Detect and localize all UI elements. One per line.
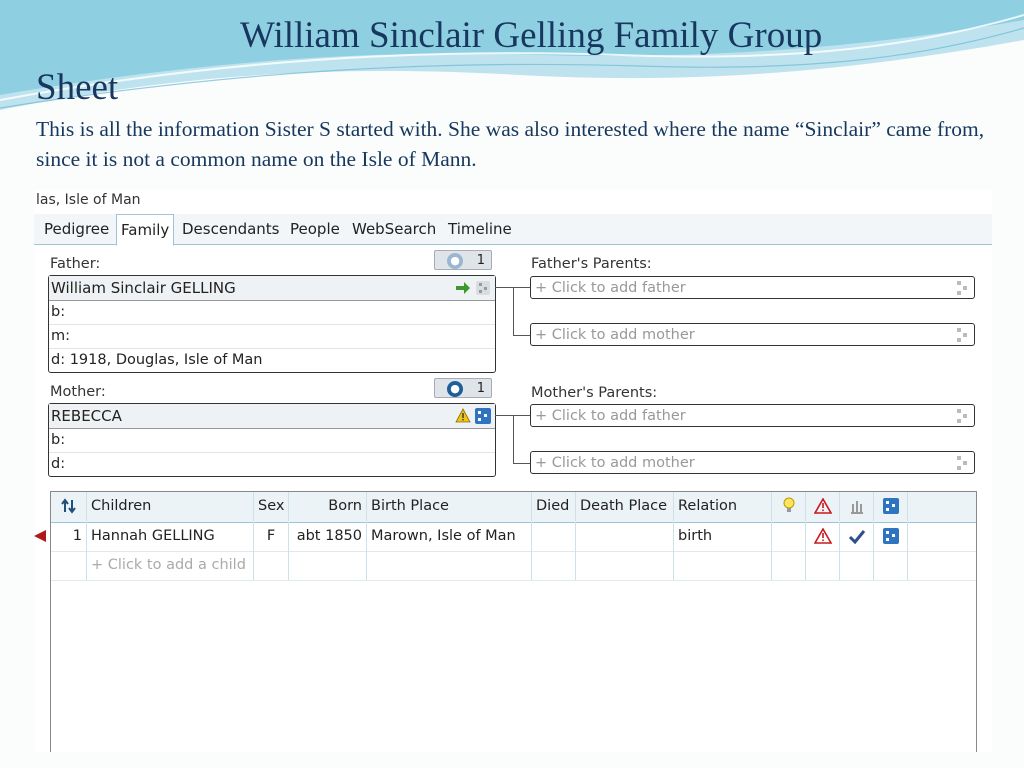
add-child-button[interactable]: + Click to add a child <box>87 551 254 580</box>
col-relation[interactable]: Relation <box>674 492 772 521</box>
mother-death[interactable]: d: <box>49 453 495 476</box>
col-sex[interactable]: Sex <box>254 492 289 521</box>
add-maternal-father-button[interactable]: + Click to add father <box>530 404 975 427</box>
empty-cell <box>806 551 840 580</box>
mother-name-row[interactable]: REBECCA <box>49 404 495 429</box>
mother-label: Mother: <box>50 384 106 400</box>
empty-cell <box>840 551 874 580</box>
slide-title-continued: Sheet <box>36 67 119 108</box>
selected-row-marker <box>34 530 46 542</box>
empty-cell <box>874 551 908 580</box>
tab-descendants[interactable]: Descendants <box>182 218 280 240</box>
child-name[interactable]: Hannah GELLING <box>87 522 254 551</box>
col-children[interactable]: Children <box>87 492 254 521</box>
col-born[interactable]: Born <box>289 492 367 521</box>
mother-spouse-count[interactable]: ● 1 <box>434 378 492 398</box>
col-death-place[interactable]: Death Place <box>576 492 674 521</box>
father-name-row[interactable]: William Sinclair GELLING <box>49 276 495 301</box>
mother-card[interactable]: REBECCA b: d: <box>48 403 496 477</box>
ordinance-check-icon[interactable] <box>840 522 874 551</box>
add-father-button[interactable]: + Click to add father <box>530 276 975 299</box>
tree-icon <box>957 281 967 295</box>
col-tree-icon[interactable] <box>874 492 908 521</box>
fathers-parents-label: Father's Parents: <box>531 256 652 272</box>
navigate-arrow-icon[interactable] <box>455 281 471 295</box>
tree-icon <box>957 409 967 423</box>
view-tabs: Pedigree Family Descendants People WebSe… <box>34 214 992 246</box>
add-maternal-mother-button[interactable]: + Click to add mother <box>530 451 975 474</box>
father-marriage[interactable]: m: <box>49 325 495 349</box>
warning-icon[interactable] <box>806 522 840 551</box>
connector-line <box>513 415 514 463</box>
tab-websearch[interactable]: WebSearch <box>352 218 436 240</box>
add-mother-button[interactable]: + Click to add mother <box>530 323 975 346</box>
father-spouse-count[interactable]: ● 1 <box>434 250 492 270</box>
col-bulb-icon[interactable] <box>772 492 806 521</box>
father-death[interactable]: d: 1918, Douglas, Isle of Man <box>49 349 495 372</box>
warning-icon[interactable] <box>455 408 471 423</box>
connector-line <box>513 335 531 336</box>
tab-people[interactable]: People <box>290 218 340 240</box>
father-label: Father: <box>50 256 101 272</box>
tab-family[interactable]: Family <box>116 214 175 246</box>
child-bulb-cell <box>772 522 806 551</box>
location-fragment: las, Isle of Man <box>36 192 141 208</box>
spouse-icon: ● <box>447 381 463 397</box>
tree-icon <box>957 328 967 342</box>
family-tree-app-screenshot: las, Isle of Man Pedigree Family Descend… <box>34 190 992 752</box>
child-relation[interactable]: birth <box>674 522 772 551</box>
empty-cell <box>532 551 576 580</box>
child-died[interactable] <box>532 522 576 551</box>
empty-cell <box>576 551 674 580</box>
grid-header: Children Sex Born Birth Place Died Death… <box>51 492 976 523</box>
tree-icon[interactable] <box>874 522 908 551</box>
table-row[interactable]: 1 Hannah GELLING F abt 1850 Marown, Isle… <box>51 522 976 552</box>
slide-description: This is all the information Sister S sta… <box>36 117 985 171</box>
child-sex[interactable]: F <box>254 522 289 551</box>
mothers-parents-label: Mother's Parents: <box>531 385 658 401</box>
col-died[interactable]: Died <box>532 492 576 521</box>
father-birth[interactable]: b: <box>49 301 495 325</box>
empty-cell <box>367 551 532 580</box>
empty-cell <box>289 551 367 580</box>
children-grid: Children Sex Born Birth Place Died Death… <box>50 491 977 752</box>
empty-cell <box>772 551 806 580</box>
tab-pedigree[interactable]: Pedigree <box>44 218 109 240</box>
mother-name: REBECCA <box>51 407 122 425</box>
connector-line <box>513 287 514 335</box>
father-name: William Sinclair GELLING <box>51 279 236 297</box>
empty-cell <box>674 551 772 580</box>
father-card[interactable]: William Sinclair GELLING b: m: d: 1918, … <box>48 275 496 373</box>
col-temple-icon[interactable] <box>840 492 874 521</box>
col-warning-icon[interactable] <box>806 492 840 521</box>
mother-birth[interactable]: b: <box>49 429 495 453</box>
tree-icon <box>957 456 967 470</box>
add-child-row[interactable]: + Click to add a child <box>51 551 976 581</box>
tab-timeline[interactable]: Timeline <box>448 218 512 240</box>
tree-icon[interactable] <box>475 280 491 296</box>
spouse-icon: ● <box>447 253 463 269</box>
empty-cell <box>51 551 87 580</box>
tree-icon[interactable] <box>475 408 491 424</box>
child-born[interactable]: abt 1850 <box>289 522 367 551</box>
slide-title: William Sinclair Gelling Family Group <box>240 15 823 56</box>
child-birth-place[interactable]: Marown, Isle of Man <box>367 522 532 551</box>
sort-icon[interactable] <box>51 492 87 521</box>
empty-cell <box>254 551 289 580</box>
child-death-place[interactable] <box>576 522 674 551</box>
col-birth-place[interactable]: Birth Place <box>367 492 532 521</box>
connector-line <box>513 463 531 464</box>
child-number: 1 <box>51 522 87 551</box>
